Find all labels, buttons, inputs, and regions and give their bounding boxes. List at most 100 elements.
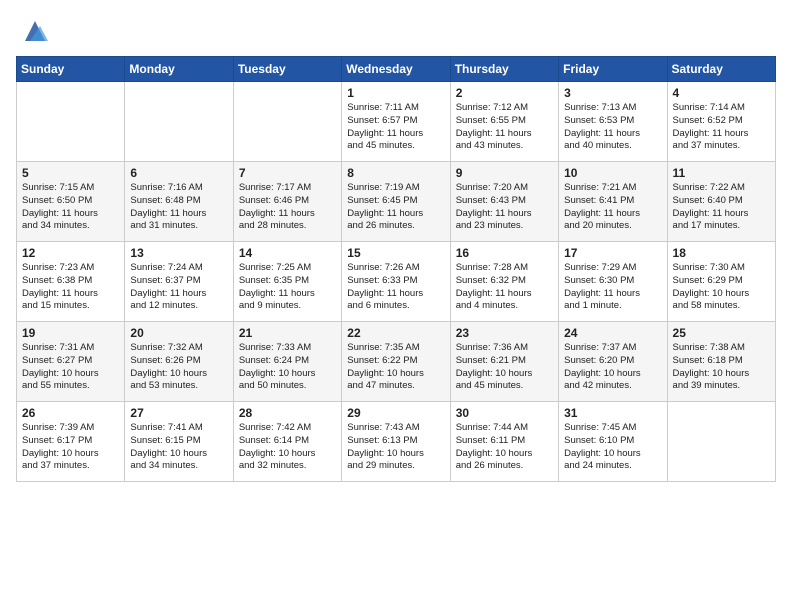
calendar-cell: 28 Sunrise: 7:42 AM Sunset: 6:14 PM Dayli… — [233, 402, 341, 482]
day-number: 3 — [564, 86, 661, 100]
day-number: 9 — [456, 166, 553, 180]
day-number: 1 — [347, 86, 444, 100]
day-number: 30 — [456, 406, 553, 420]
day-info: Sunrise: 7:14 AM Sunset: 6:52 PM Dayligh… — [673, 102, 770, 153]
weekday-header-saturday: Saturday — [667, 57, 775, 82]
calendar-cell: 26Sunrise: 7:39 AM Sunset: 6:17 PM Dayli… — [17, 402, 125, 482]
weekday-row: SundayMondayTuesdayWednesdayThursdayFrid… — [17, 57, 776, 82]
logo-icon — [20, 16, 50, 46]
calendar-cell: 16 Sunrise: 7:28 AM Sunset: 6:32 PM Dayli… — [450, 242, 558, 322]
day-info: Sunrise: 7:32 AM Sunset: 6:26 PM Dayligh… — [130, 342, 227, 393]
day-number: 4 — [673, 86, 770, 100]
calendar-cell: 29Sunrise: 7:43 AM Sunset: 6:13 PM Dayli… — [342, 402, 450, 482]
day-info: Sunrise: 7:42 AM Sunset: 6:14 PM Dayligh… — [239, 422, 336, 473]
weekday-header-monday: Monday — [125, 57, 233, 82]
day-number: 13 — [130, 246, 227, 260]
day-number: 6 — [130, 166, 227, 180]
day-number: 23 — [456, 326, 553, 340]
calendar-cell — [667, 402, 775, 482]
week-row-1: 1 Sunrise: 7:11 AM Sunset: 6:57 PM Daylig… — [17, 82, 776, 162]
day-number: 31 — [564, 406, 661, 420]
calendar-cell — [125, 82, 233, 162]
day-info: Sunrise: 7:31 AM Sunset: 6:27 PM Dayligh… — [22, 342, 119, 393]
day-info: Sunrise: 7:38 AM Sunset: 6:18 PM Dayligh… — [673, 342, 770, 393]
day-number: 21 — [239, 326, 336, 340]
day-info: Sunrise: 7:15 AM Sunset: 6:50 PM Dayligh… — [22, 182, 119, 233]
day-info: Sunrise: 7:17 AM Sunset: 6:46 PM Dayligh… — [239, 182, 336, 233]
calendar-cell: 18 Sunrise: 7:30 AM Sunset: 6:29 PM Dayli… — [667, 242, 775, 322]
day-number: 19 — [22, 326, 119, 340]
calendar-body: 1 Sunrise: 7:11 AM Sunset: 6:57 PM Daylig… — [17, 82, 776, 482]
calendar-cell: 4 Sunrise: 7:14 AM Sunset: 6:52 PM Daylig… — [667, 82, 775, 162]
calendar-cell: 1 Sunrise: 7:11 AM Sunset: 6:57 PM Daylig… — [342, 82, 450, 162]
calendar-cell: 31 Sunrise: 7:45 AM Sunset: 6:10 PM Dayli… — [559, 402, 667, 482]
day-info: Sunrise: 7:16 AM Sunset: 6:48 PM Dayligh… — [130, 182, 227, 233]
calendar-cell: 12 Sunrise: 7:23 AM Sunset: 6:38 PM Dayli… — [17, 242, 125, 322]
day-info: Sunrise: 7:25 AM Sunset: 6:35 PM Dayligh… — [239, 262, 336, 313]
day-number: 5 — [22, 166, 119, 180]
calendar: SundayMondayTuesdayWednesdayThursdayFrid… — [16, 56, 776, 482]
calendar-cell: 23 Sunrise: 7:36 AM Sunset: 6:21 PM Dayli… — [450, 322, 558, 402]
calendar-cell: 21 Sunrise: 7:33 AM Sunset: 6:24 PM Dayli… — [233, 322, 341, 402]
day-number: 8 — [347, 166, 444, 180]
weekday-header-friday: Friday — [559, 57, 667, 82]
calendar-cell — [17, 82, 125, 162]
calendar-cell: 14 Sunrise: 7:25 AM Sunset: 6:35 PM Dayli… — [233, 242, 341, 322]
day-info: Sunrise: 7:37 AM Sunset: 6:20 PM Dayligh… — [564, 342, 661, 393]
calendar-cell: 6 Sunrise: 7:16 AM Sunset: 6:48 PM Daylig… — [125, 162, 233, 242]
day-info: Sunrise: 7:28 AM Sunset: 6:32 PM Dayligh… — [456, 262, 553, 313]
day-info: Sunrise: 7:21 AM Sunset: 6:41 PM Dayligh… — [564, 182, 661, 233]
week-row-4: 19 Sunrise: 7:31 AM Sunset: 6:27 PM Dayli… — [17, 322, 776, 402]
calendar-cell: 15 Sunrise: 7:26 AM Sunset: 6:33 PM Dayli… — [342, 242, 450, 322]
day-info: Sunrise: 7:35 AM Sunset: 6:22 PM Dayligh… — [347, 342, 444, 393]
day-number: 15 — [347, 246, 444, 260]
day-info: Sunrise: 7:12 AM Sunset: 6:55 PM Dayligh… — [456, 102, 553, 153]
day-info: Sunrise: 7:24 AM Sunset: 6:37 PM Dayligh… — [130, 262, 227, 313]
calendar-cell: 22Sunrise: 7:35 AM Sunset: 6:22 PM Dayli… — [342, 322, 450, 402]
weekday-header-sunday: Sunday — [17, 57, 125, 82]
calendar-cell: 17 Sunrise: 7:29 AM Sunset: 6:30 PM Dayli… — [559, 242, 667, 322]
day-number: 27 — [130, 406, 227, 420]
day-number: 18 — [673, 246, 770, 260]
week-row-2: 5 Sunrise: 7:15 AM Sunset: 6:50 PM Daylig… — [17, 162, 776, 242]
logo — [16, 16, 50, 46]
day-info: Sunrise: 7:26 AM Sunset: 6:33 PM Dayligh… — [347, 262, 444, 313]
day-number: 16 — [456, 246, 553, 260]
day-info: Sunrise: 7:33 AM Sunset: 6:24 PM Dayligh… — [239, 342, 336, 393]
day-info: Sunrise: 7:29 AM Sunset: 6:30 PM Dayligh… — [564, 262, 661, 313]
calendar-cell: 8 Sunrise: 7:19 AM Sunset: 6:45 PM Daylig… — [342, 162, 450, 242]
day-info: Sunrise: 7:30 AM Sunset: 6:29 PM Dayligh… — [673, 262, 770, 313]
day-number: 17 — [564, 246, 661, 260]
day-info: Sunrise: 7:20 AM Sunset: 6:43 PM Dayligh… — [456, 182, 553, 233]
day-number: 14 — [239, 246, 336, 260]
day-info: Sunrise: 7:19 AM Sunset: 6:45 PM Dayligh… — [347, 182, 444, 233]
header — [16, 16, 776, 46]
day-info: Sunrise: 7:36 AM Sunset: 6:21 PM Dayligh… — [456, 342, 553, 393]
weekday-header-wednesday: Wednesday — [342, 57, 450, 82]
calendar-cell: 7Sunrise: 7:17 AM Sunset: 6:46 PM Daylig… — [233, 162, 341, 242]
calendar-cell: 25Sunrise: 7:38 AM Sunset: 6:18 PM Dayli… — [667, 322, 775, 402]
calendar-cell: 20Sunrise: 7:32 AM Sunset: 6:26 PM Dayli… — [125, 322, 233, 402]
day-info: Sunrise: 7:45 AM Sunset: 6:10 PM Dayligh… — [564, 422, 661, 473]
calendar-cell: 19 Sunrise: 7:31 AM Sunset: 6:27 PM Dayli… — [17, 322, 125, 402]
day-number: 28 — [239, 406, 336, 420]
calendar-cell: 10 Sunrise: 7:21 AM Sunset: 6:41 PM Dayli… — [559, 162, 667, 242]
day-info: Sunrise: 7:43 AM Sunset: 6:13 PM Dayligh… — [347, 422, 444, 473]
day-number: 26 — [22, 406, 119, 420]
calendar-cell: 24 Sunrise: 7:37 AM Sunset: 6:20 PM Dayli… — [559, 322, 667, 402]
week-row-5: 26Sunrise: 7:39 AM Sunset: 6:17 PM Dayli… — [17, 402, 776, 482]
day-info: Sunrise: 7:22 AM Sunset: 6:40 PM Dayligh… — [673, 182, 770, 233]
calendar-cell: 5 Sunrise: 7:15 AM Sunset: 6:50 PM Daylig… — [17, 162, 125, 242]
day-info: Sunrise: 7:23 AM Sunset: 6:38 PM Dayligh… — [22, 262, 119, 313]
day-info: Sunrise: 7:11 AM Sunset: 6:57 PM Dayligh… — [347, 102, 444, 153]
day-number: 2 — [456, 86, 553, 100]
calendar-cell: 11 Sunrise: 7:22 AM Sunset: 6:40 PM Dayli… — [667, 162, 775, 242]
day-number: 11 — [673, 166, 770, 180]
day-info: Sunrise: 7:41 AM Sunset: 6:15 PM Dayligh… — [130, 422, 227, 473]
day-info: Sunrise: 7:44 AM Sunset: 6:11 PM Dayligh… — [456, 422, 553, 473]
weekday-header-tuesday: Tuesday — [233, 57, 341, 82]
calendar-cell: 27 Sunrise: 7:41 AM Sunset: 6:15 PM Dayli… — [125, 402, 233, 482]
day-number: 10 — [564, 166, 661, 180]
day-number: 24 — [564, 326, 661, 340]
day-number: 12 — [22, 246, 119, 260]
